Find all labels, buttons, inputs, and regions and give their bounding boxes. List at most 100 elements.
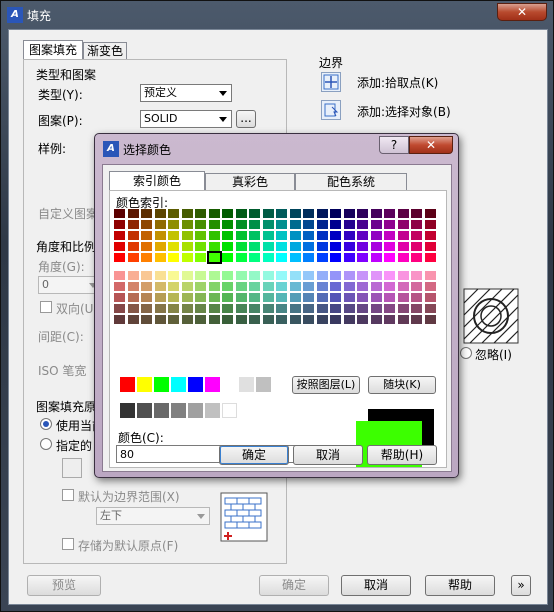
- palette-swatch[interactable]: [141, 315, 152, 324]
- palette-swatch[interactable]: [154, 271, 166, 280]
- palette-swatch[interactable]: [316, 242, 328, 251]
- pattern-select[interactable]: SOLID: [140, 110, 232, 128]
- palette-swatch[interactable]: [208, 271, 220, 280]
- palette-swatch[interactable]: [208, 282, 220, 291]
- more-options-button[interactable]: »: [511, 575, 531, 596]
- palette-swatch[interactable]: [343, 271, 355, 280]
- palette-swatch[interactable]: [208, 220, 220, 229]
- palette-swatch[interactable]: [316, 282, 328, 291]
- pick-points-label[interactable]: 添加:拾取点(K): [357, 74, 438, 91]
- palette-swatch[interactable]: [262, 231, 274, 240]
- palette-swatch[interactable]: [127, 242, 139, 251]
- palette-swatch[interactable]: [168, 253, 179, 262]
- palette-swatch[interactable]: [384, 220, 395, 229]
- palette-swatch[interactable]: [357, 209, 368, 218]
- palette-swatch[interactable]: [222, 253, 233, 262]
- palette-swatch[interactable]: [154, 293, 166, 302]
- palette-swatch[interactable]: [154, 209, 166, 218]
- pick-points-icon[interactable]: [321, 72, 341, 92]
- gray-color-swatch[interactable]: [120, 403, 135, 418]
- palette-swatch[interactable]: [424, 315, 436, 324]
- aci-palette-lower[interactable]: [114, 271, 444, 327]
- palette-swatch[interactable]: [168, 304, 179, 313]
- tab-true-color[interactable]: 真彩色: [205, 173, 295, 191]
- palette-swatch[interactable]: [370, 282, 382, 291]
- palette-swatch[interactable]: [195, 220, 206, 229]
- palette-swatch[interactable]: [330, 282, 341, 291]
- palette-swatch[interactable]: [384, 209, 395, 218]
- palette-swatch[interactable]: [276, 231, 287, 240]
- palette-swatch[interactable]: [289, 315, 301, 324]
- palette-swatch[interactable]: [114, 293, 125, 302]
- palette-swatch[interactable]: [181, 220, 193, 229]
- palette-swatch[interactable]: [276, 220, 287, 229]
- palette-swatch[interactable]: [195, 209, 206, 218]
- palette-swatch[interactable]: [397, 315, 409, 324]
- palette-swatch[interactable]: [343, 253, 355, 262]
- palette-swatch[interactable]: [289, 304, 301, 313]
- palette-swatch[interactable]: [141, 293, 152, 302]
- standard-color-swatch[interactable]: [222, 377, 237, 392]
- palette-swatch[interactable]: [330, 315, 341, 324]
- palette-swatch[interactable]: [235, 209, 247, 218]
- palette-swatch[interactable]: [235, 242, 247, 251]
- palette-swatch[interactable]: [411, 304, 422, 313]
- palette-swatch[interactable]: [249, 315, 260, 324]
- dialog-help-text-button[interactable]: 帮助(H): [367, 445, 437, 465]
- palette-swatch[interactable]: [249, 271, 260, 280]
- palette-swatch[interactable]: [411, 293, 422, 302]
- palette-swatch[interactable]: [114, 209, 125, 218]
- palette-swatch[interactable]: [397, 271, 409, 280]
- palette-swatch[interactable]: [249, 304, 260, 313]
- palette-swatch[interactable]: [195, 304, 206, 313]
- palette-swatch[interactable]: [181, 209, 193, 218]
- palette-swatch[interactable]: [276, 304, 287, 313]
- palette-swatch[interactable]: [168, 315, 179, 324]
- palette-swatch[interactable]: [249, 220, 260, 229]
- palette-swatch[interactable]: [114, 231, 125, 240]
- palette-swatch[interactable]: [424, 271, 436, 280]
- window-close-button[interactable]: ✕: [497, 3, 547, 21]
- palette-swatch[interactable]: [303, 304, 314, 313]
- type-select[interactable]: 预定义: [140, 84, 232, 102]
- pattern-browse-button[interactable]: ...: [236, 110, 256, 128]
- palette-swatch[interactable]: [222, 282, 233, 291]
- palette-swatch[interactable]: [370, 293, 382, 302]
- origin-position-select[interactable]: 左下: [96, 507, 210, 525]
- help-button[interactable]: 帮助: [425, 575, 495, 596]
- palette-swatch[interactable]: [168, 271, 179, 280]
- palette-swatch[interactable]: [357, 271, 368, 280]
- palette-swatch[interactable]: [397, 293, 409, 302]
- palette-swatch[interactable]: [114, 253, 125, 262]
- palette-swatch[interactable]: [343, 304, 355, 313]
- palette-swatch[interactable]: [208, 242, 220, 251]
- palette-swatch[interactable]: [195, 231, 206, 240]
- use-current-origin-radio[interactable]: [40, 418, 52, 430]
- palette-swatch[interactable]: [195, 271, 206, 280]
- palette-swatch[interactable]: [262, 315, 274, 324]
- palette-swatch[interactable]: [181, 293, 193, 302]
- palette-swatch[interactable]: [343, 293, 355, 302]
- palette-swatch[interactable]: [235, 315, 247, 324]
- palette-swatch[interactable]: [127, 253, 139, 262]
- palette-swatch[interactable]: [357, 220, 368, 229]
- palette-swatch[interactable]: [181, 242, 193, 251]
- palette-swatch[interactable]: [222, 304, 233, 313]
- gray-color-swatch[interactable]: [205, 403, 220, 418]
- palette-swatch[interactable]: [411, 253, 422, 262]
- palette-swatch[interactable]: [222, 315, 233, 324]
- palette-swatch[interactable]: [195, 315, 206, 324]
- palette-swatch[interactable]: [276, 242, 287, 251]
- palette-swatch[interactable]: [262, 220, 274, 229]
- palette-swatch[interactable]: [370, 304, 382, 313]
- palette-swatch[interactable]: [276, 209, 287, 218]
- palette-swatch[interactable]: [397, 253, 409, 262]
- palette-swatch[interactable]: [154, 315, 166, 324]
- palette-swatch[interactable]: [330, 209, 341, 218]
- palette-swatch[interactable]: [127, 209, 139, 218]
- select-objects-label[interactable]: 添加:选择对象(B): [357, 103, 451, 120]
- standard-color-swatch[interactable]: [137, 377, 152, 392]
- click-set-origin-icon[interactable]: [62, 458, 82, 478]
- palette-swatch[interactable]: [424, 220, 436, 229]
- palette-swatch[interactable]: [357, 282, 368, 291]
